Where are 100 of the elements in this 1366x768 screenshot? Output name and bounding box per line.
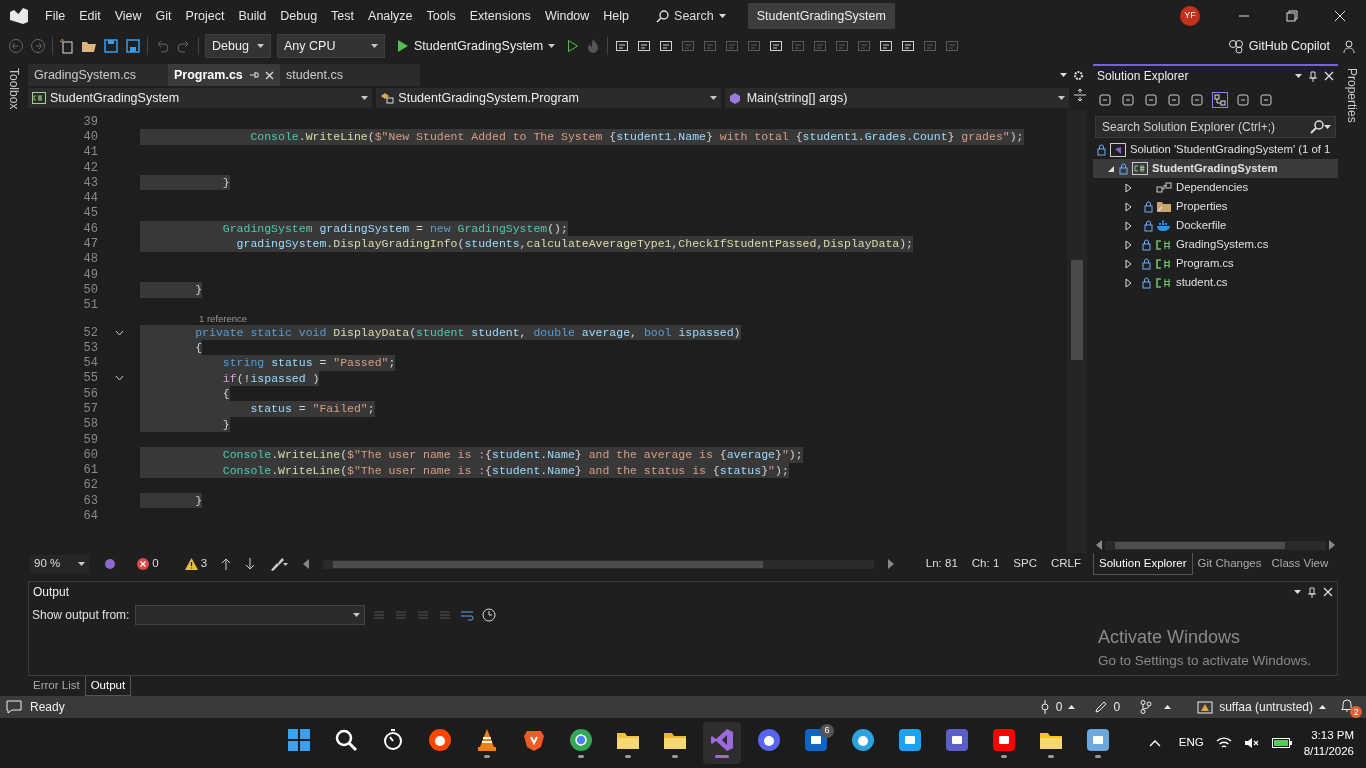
vertical-scrollbar[interactable] bbox=[1067, 110, 1087, 553]
new-item-icon[interactable] bbox=[59, 38, 75, 54]
arrow-up-icon[interactable] bbox=[221, 558, 232, 570]
caret-icon[interactable] bbox=[361, 96, 369, 100]
language-indicator[interactable]: ENG bbox=[1178, 734, 1204, 752]
menu-item[interactable]: Git bbox=[148, 4, 179, 28]
caret-icon[interactable] bbox=[548, 44, 556, 48]
speaker-muted-icon[interactable] bbox=[1243, 736, 1260, 750]
pin-icon[interactable] bbox=[1308, 70, 1318, 82]
close-icon[interactable] bbox=[1334, 10, 1346, 22]
scroll-left-icon[interactable] bbox=[303, 559, 310, 569]
scrollbar-thumb[interactable] bbox=[1071, 260, 1083, 360]
branch-button[interactable] bbox=[1140, 700, 1172, 714]
expand-icon[interactable] bbox=[1125, 239, 1132, 250]
wifi-icon[interactable] bbox=[1215, 736, 1232, 750]
panel-tab[interactable]: Class View bbox=[1266, 553, 1334, 575]
collapse-icon[interactable] bbox=[114, 329, 124, 336]
column-indicator[interactable]: Ch: 1 bbox=[971, 555, 1000, 573]
tree-item[interactable]: student.cs bbox=[1093, 273, 1338, 292]
split-icon[interactable] bbox=[1073, 88, 1087, 102]
expand-icon[interactable] bbox=[1125, 277, 1132, 288]
scroll-left-icon[interactable] bbox=[1096, 540, 1102, 550]
brush-icon[interactable] bbox=[269, 557, 290, 571]
taskbar-app[interactable]: 6 bbox=[797, 722, 835, 764]
panel-tab[interactable]: Output bbox=[84, 676, 132, 696]
menu-item[interactable]: Edit bbox=[72, 4, 108, 28]
panel-tab[interactable]: Error List bbox=[28, 676, 85, 696]
copilot-status-icon[interactable] bbox=[103, 557, 118, 571]
play-outline-icon[interactable] bbox=[567, 39, 580, 53]
tree-item[interactable]: Dependencies bbox=[1093, 178, 1338, 197]
menu-item[interactable]: Extensions bbox=[462, 4, 538, 28]
panel-tab[interactable]: Git Changes bbox=[1192, 553, 1267, 575]
caret-icon[interactable] bbox=[1058, 96, 1065, 100]
line-indicator[interactable]: Ln: 81 bbox=[925, 555, 958, 573]
file-tab[interactable]: Program.cs bbox=[168, 64, 280, 86]
menu-item[interactable]: Analyze bbox=[361, 4, 420, 28]
menu-item[interactable]: Window bbox=[537, 4, 597, 28]
properties-tab[interactable]: Properties bbox=[1343, 64, 1361, 696]
caret-icon[interactable] bbox=[1295, 74, 1302, 78]
project-dropdown[interactable]: StudentGradingSystem bbox=[28, 88, 373, 108]
tree-item[interactable]: Program.cs bbox=[1093, 254, 1338, 273]
pin-icon[interactable] bbox=[248, 70, 259, 80]
platform-dropdown[interactable]: Any CPU bbox=[277, 33, 385, 59]
scroll-right-icon[interactable] bbox=[1329, 540, 1335, 550]
caret-icon[interactable] bbox=[353, 613, 361, 617]
clock-icon[interactable] bbox=[481, 607, 498, 623]
warning-icon[interactable] bbox=[184, 558, 198, 570]
message-icon[interactable] bbox=[6, 700, 22, 714]
arrow-down-icon[interactable] bbox=[245, 558, 256, 570]
whitespace-indicator[interactable]: SPC bbox=[1013, 555, 1037, 573]
zoom-dropdown[interactable]: 90 % bbox=[30, 555, 90, 573]
menu-item[interactable]: File bbox=[38, 4, 73, 28]
caret-icon[interactable] bbox=[1294, 590, 1301, 594]
horizontal-scrollbar[interactable] bbox=[1105, 540, 1326, 550]
feedback-icon[interactable] bbox=[1342, 38, 1358, 54]
caret-icon[interactable] bbox=[718, 14, 726, 18]
settings-icon[interactable] bbox=[1073, 69, 1084, 81]
tree-item[interactable]: GradingSystem.cs bbox=[1093, 235, 1338, 254]
close-icon[interactable] bbox=[1324, 71, 1334, 81]
file-tab[interactable]: GradingSystem.cs bbox=[28, 64, 168, 86]
caret-icon[interactable] bbox=[257, 44, 264, 48]
close-icon[interactable] bbox=[264, 70, 274, 80]
search-icon[interactable] bbox=[1310, 120, 1324, 134]
member-dropdown[interactable]: Main(string[] args) bbox=[724, 88, 1069, 108]
expand-icon[interactable] bbox=[1125, 182, 1132, 193]
caret-icon[interactable] bbox=[371, 44, 378, 48]
tree-item[interactable]: Dockerfile bbox=[1093, 216, 1338, 235]
error-icon[interactable] bbox=[137, 558, 150, 570]
caret-icon[interactable] bbox=[1324, 125, 1331, 129]
expanded-icon[interactable] bbox=[1107, 164, 1115, 173]
file-tab[interactable]: student.cs bbox=[280, 64, 420, 86]
menu-item[interactable]: Help bbox=[596, 4, 637, 28]
back-icon[interactable] bbox=[8, 38, 24, 54]
project-node[interactable]: StudentGradingSystem bbox=[1093, 159, 1338, 178]
expand-icon[interactable] bbox=[1125, 258, 1132, 269]
changes-indicator[interactable]: 0 bbox=[1095, 698, 1121, 716]
notifications-button[interactable]: 2 bbox=[1340, 698, 1360, 716]
configuration-dropdown[interactable]: Debug bbox=[205, 33, 271, 59]
save-all-icon[interactable] bbox=[125, 38, 141, 54]
collapse-icon[interactable] bbox=[114, 375, 124, 382]
reference-count[interactable]: 1 reference bbox=[140, 311, 248, 326]
scrollbar-thumb[interactable] bbox=[1115, 541, 1285, 549]
horizontal-scrollbar[interactable] bbox=[323, 559, 874, 569]
avatar[interactable]: YF bbox=[1180, 6, 1200, 26]
tree-view-icon[interactable] bbox=[1212, 92, 1228, 108]
search-field[interactable]: Search Solution Explorer (Ctrl+;) bbox=[1095, 116, 1336, 138]
caret-icon[interactable] bbox=[78, 562, 86, 566]
line-ending-indicator[interactable]: CRLF bbox=[1050, 555, 1087, 573]
search-button[interactable]: Search bbox=[650, 5, 732, 27]
clock[interactable]: 3:13 PM 8/11/2026 bbox=[1303, 727, 1354, 759]
caret-icon[interactable] bbox=[1060, 73, 1067, 77]
repository-button[interactable]: suffaa (untrusted) bbox=[1197, 698, 1326, 716]
menu-item[interactable]: View bbox=[107, 4, 149, 28]
forward-icon[interactable] bbox=[30, 38, 46, 54]
save-icon[interactable] bbox=[103, 38, 119, 54]
expand-icon[interactable] bbox=[1125, 220, 1132, 231]
pin-icon[interactable] bbox=[1307, 586, 1317, 598]
scroll-right-icon[interactable] bbox=[887, 559, 894, 569]
toolbox-tab[interactable]: Toolbox bbox=[5, 64, 23, 696]
menu-item[interactable]: Debug bbox=[273, 4, 325, 28]
